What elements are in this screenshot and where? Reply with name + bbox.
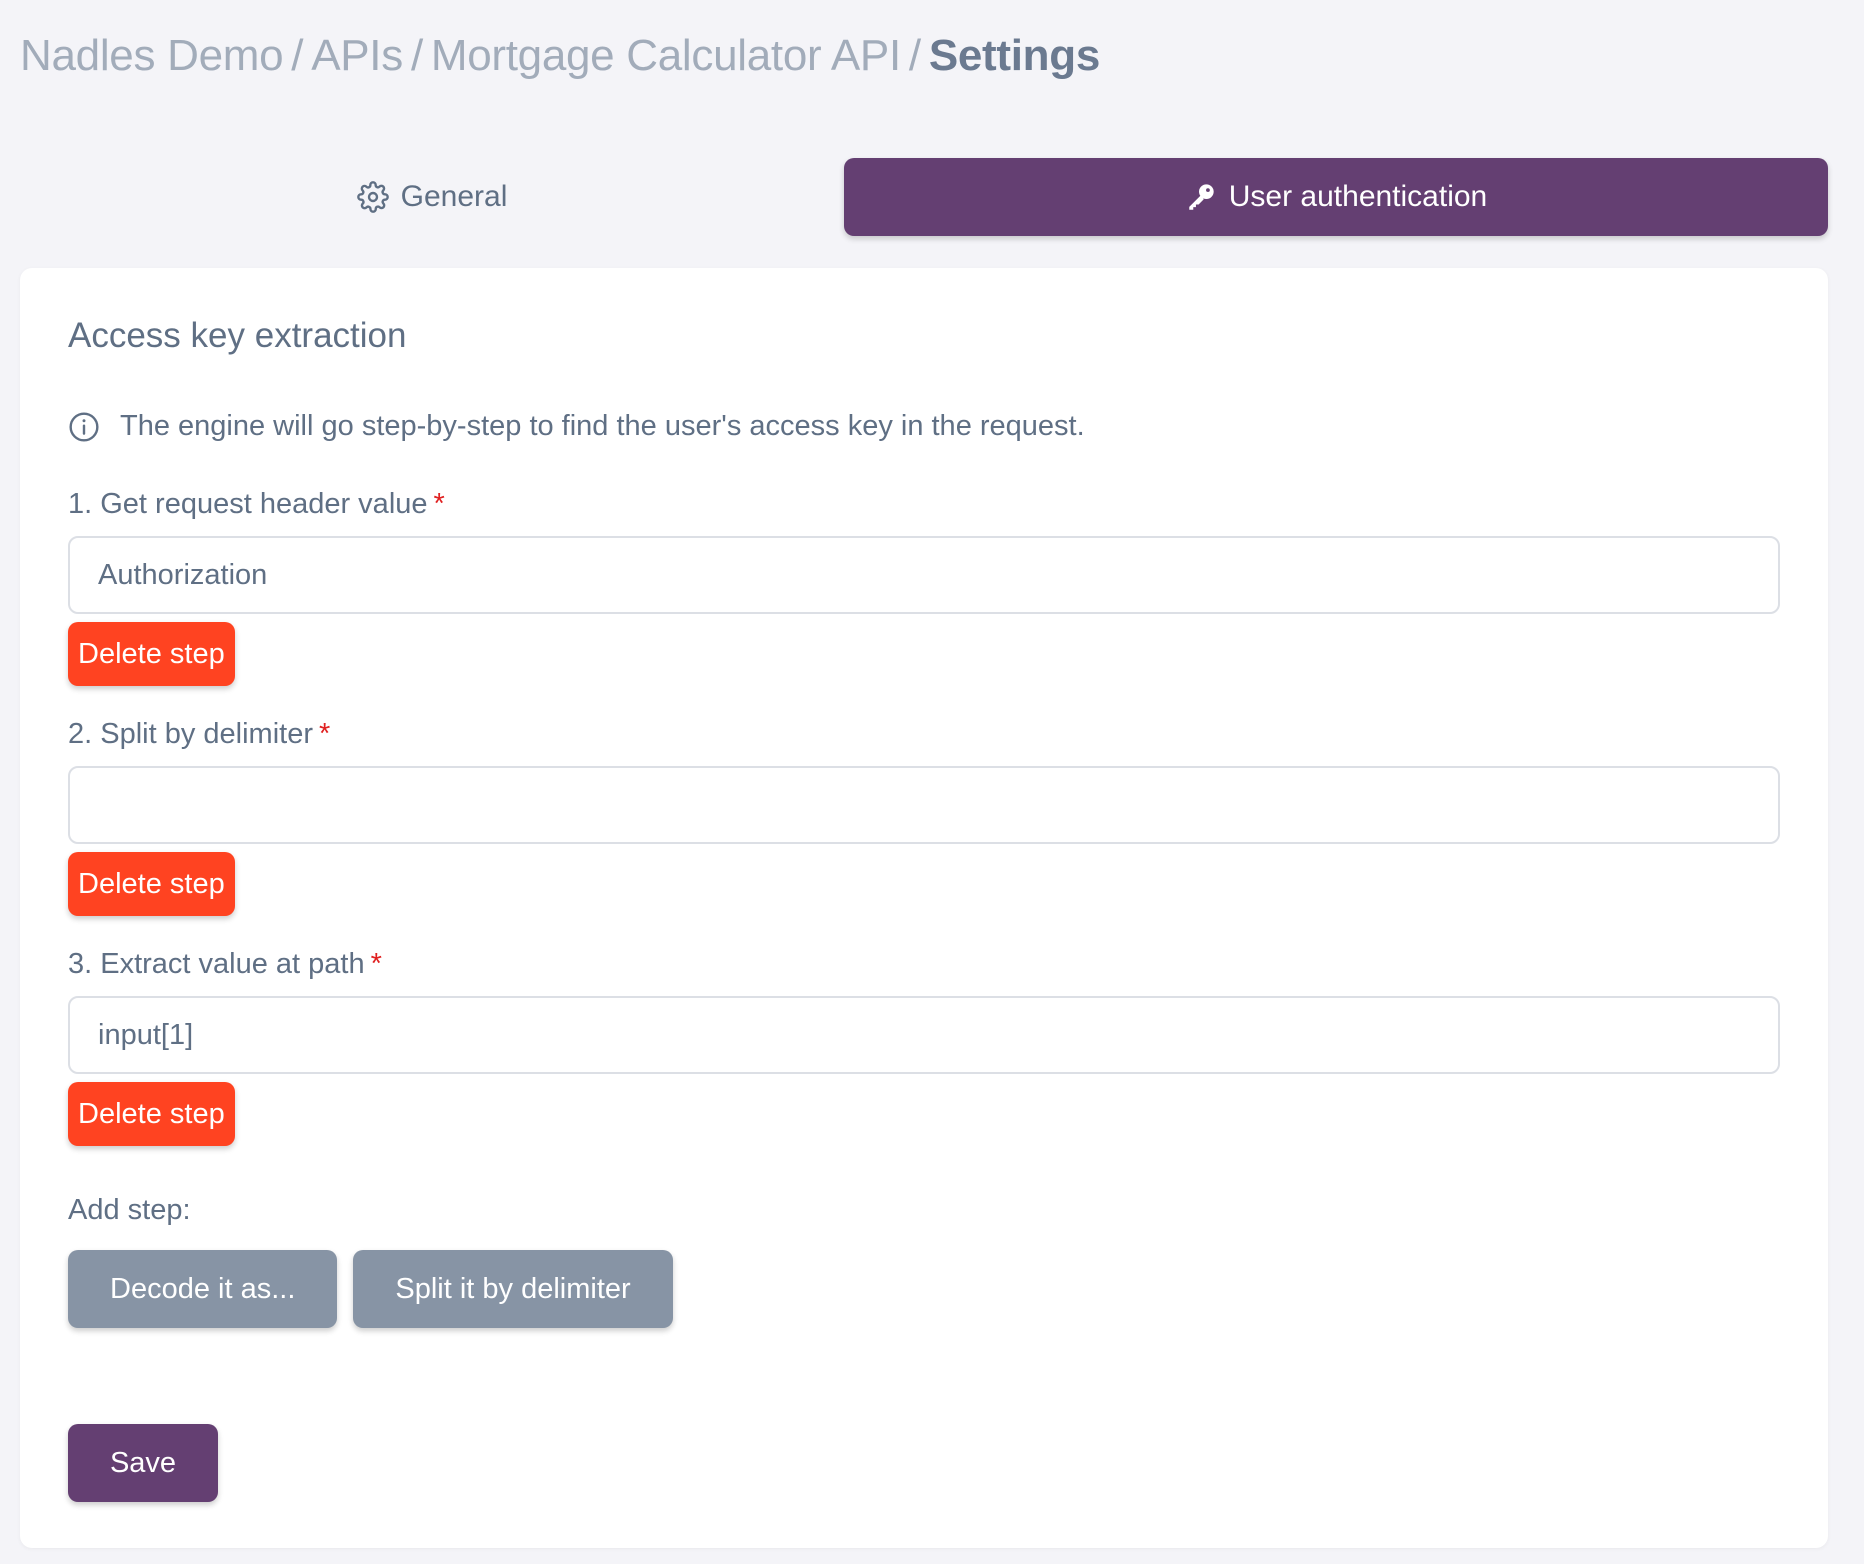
tab-user-authentication[interactable]: User authentication (844, 158, 1828, 236)
required-marker: * (319, 718, 331, 750)
delete-step-3-button[interactable]: Delete step (68, 1082, 235, 1146)
decode-it-as-button[interactable]: Decode it as... (68, 1250, 338, 1328)
breadcrumb-item-org[interactable]: Nadles Demo (20, 31, 284, 80)
step-label: 3. Extract value at path * (68, 944, 1780, 984)
required-marker: * (370, 948, 382, 980)
split-it-by-delimiter-button[interactable]: Split it by delimiter (353, 1250, 673, 1328)
add-step-label: Add step: (68, 1194, 191, 1226)
step-2: 2. Split by delimiter * Delete step (68, 714, 1780, 916)
step-1-input[interactable] (68, 536, 1780, 614)
tab-general-label: General (400, 180, 508, 213)
gear-icon (356, 181, 389, 213)
add-step-buttons: Decode it as... Split it by delimiter (68, 1250, 673, 1328)
step-label-text: 1. Get request header value (68, 488, 428, 520)
step-2-input[interactable] (68, 766, 1780, 844)
section-title: Access key extraction (68, 316, 407, 355)
breadcrumb-item-apis[interactable]: APIs (311, 31, 403, 80)
breadcrumb-separator: / (908, 31, 921, 80)
breadcrumb-separator: / (291, 31, 304, 80)
info-text: The engine will go step-by-step to find … (120, 410, 1085, 442)
settings-tabs: General User authentication (20, 158, 1828, 236)
delete-step-2-button[interactable]: Delete step (68, 852, 235, 916)
access-key-card: Access key extraction The engine will go… (20, 268, 1828, 1548)
required-marker: * (433, 488, 445, 520)
breadcrumb: Nadles Demo / APIs / Mortgage Calculator API… (20, 28, 1100, 84)
info-message: The engine will go step-by-step to find … (68, 410, 1085, 443)
step-label-text: 2. Split by delimiter (68, 718, 313, 750)
info-icon (68, 411, 100, 443)
step-label: 2. Split by delimiter * (68, 714, 1780, 754)
key-icon (1185, 181, 1217, 213)
step-3-input[interactable] (68, 996, 1780, 1074)
page-title: Settings (928, 31, 1101, 80)
tab-general[interactable]: General (20, 158, 844, 236)
tab-user-authentication-label: User authentication (1228, 180, 1488, 213)
step-1: 1. Get request header value* Delete step (68, 484, 1780, 686)
step-label: 1. Get request header value * (68, 484, 1780, 524)
save-button[interactable]: Save (68, 1424, 218, 1502)
settings-page: Nadles Demo / APIs / Mortgage Calculator API… (0, 0, 1864, 1564)
breadcrumb-item-api[interactable]: Mortgage Calculator API (431, 31, 901, 80)
delete-step-1-button[interactable]: Delete step (68, 622, 235, 686)
step-3: 3. Extract value at path* Delete step (68, 944, 1780, 1146)
step-label-text: 3. Extract value at path (68, 948, 365, 980)
breadcrumb-separator: / (410, 31, 423, 80)
